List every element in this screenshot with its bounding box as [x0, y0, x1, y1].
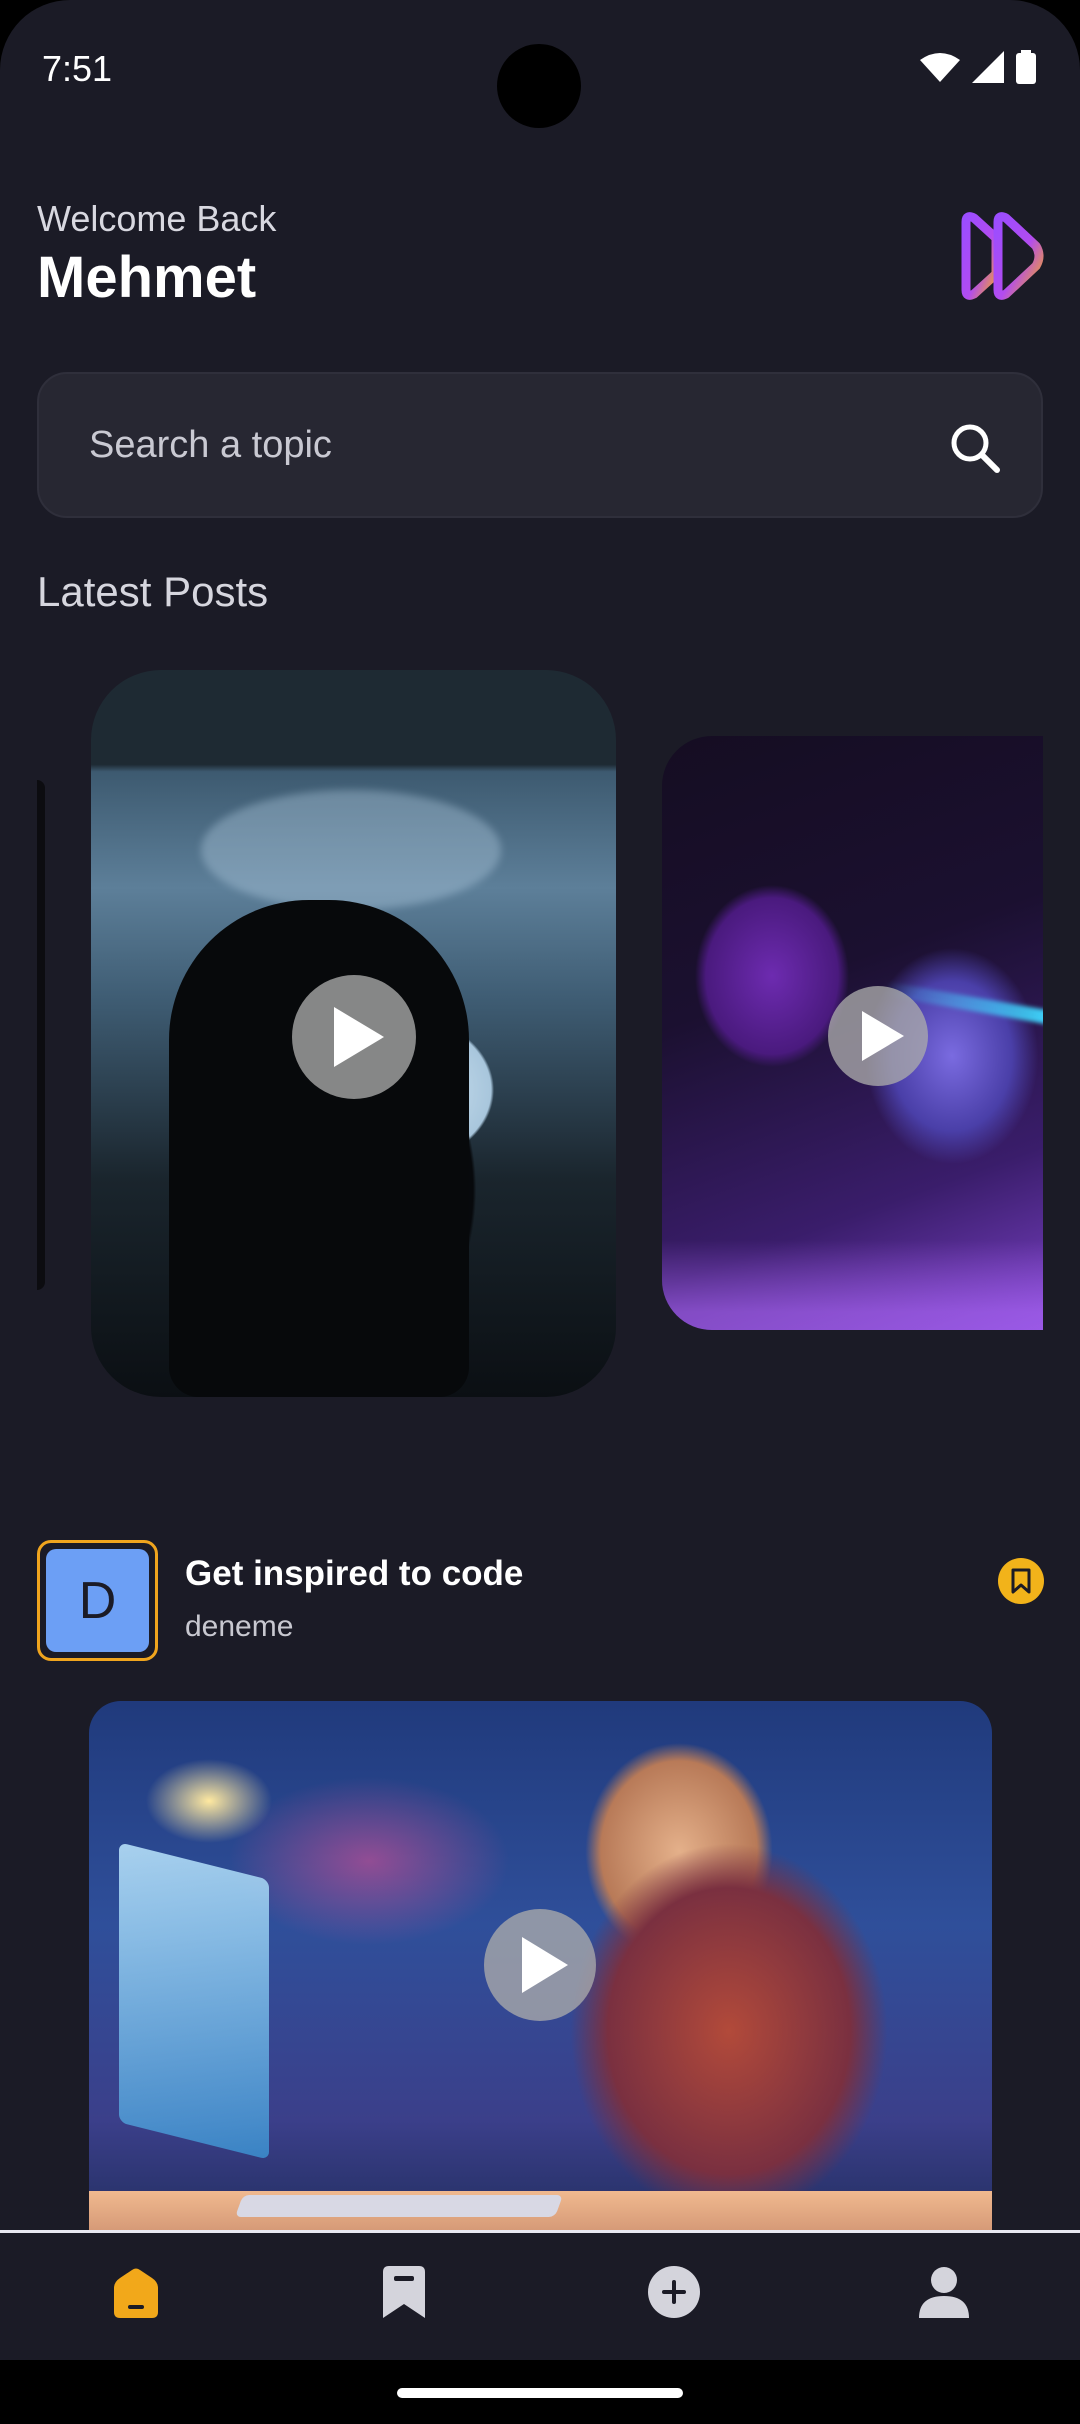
signal-icon	[972, 51, 1004, 83]
camera-cutout	[497, 44, 581, 128]
username: Mehmet	[37, 245, 257, 310]
carousel-card-vr[interactable]	[662, 736, 1043, 1330]
play-icon[interactable]	[292, 975, 416, 1099]
nav-add-button[interactable]	[639, 2257, 709, 2327]
home-icon	[114, 2268, 158, 2318]
monitor	[119, 1842, 269, 2160]
bookmark-icon	[383, 2266, 425, 2318]
welcome-text: Welcome Back	[37, 198, 277, 239]
app-screen: 7:51 Welcome Back Mehmet Latest Posts	[0, 0, 1080, 2360]
carousel-card-hacker[interactable]	[91, 670, 616, 1397]
section-title-latest-posts: Latest Posts	[37, 568, 269, 615]
nav-profile-button[interactable]	[909, 2257, 979, 2327]
status-time: 7:51	[42, 48, 113, 89]
post-video-thumbnail[interactable]	[89, 1701, 992, 2261]
home-indicator[interactable]	[397, 2388, 683, 2398]
post-title[interactable]: Get inspired to code	[185, 1554, 523, 1594]
search-input[interactable]	[89, 414, 909, 476]
avatar-initial: D	[46, 1549, 149, 1652]
wifi-icon	[920, 53, 960, 82]
search-icon[interactable]	[947, 420, 1003, 476]
neon-floor	[662, 1240, 1043, 1330]
app-logo-icon	[961, 212, 1044, 300]
play-icon[interactable]	[484, 1909, 596, 2021]
carousel-card-previous[interactable]	[37, 780, 45, 1290]
profile-icon	[919, 2267, 969, 2318]
hooded-figure	[169, 900, 469, 1397]
post-author: deneme	[185, 1610, 294, 1643]
nav-saved-button[interactable]	[369, 2257, 439, 2327]
search-bar	[37, 372, 1043, 518]
world-map-screen	[201, 790, 501, 910]
battery-icon	[1016, 50, 1036, 84]
avatar[interactable]: D	[37, 1540, 158, 1661]
bookmark-button[interactable]	[998, 1558, 1044, 1604]
status-icons	[920, 50, 1036, 84]
play-icon[interactable]	[828, 986, 928, 1086]
keyboard	[234, 2195, 564, 2217]
bookmark-icon	[1011, 1568, 1031, 1594]
nav-home-button[interactable]	[101, 2257, 171, 2327]
bottom-nav	[0, 2230, 1080, 2360]
add-icon	[648, 2266, 700, 2318]
